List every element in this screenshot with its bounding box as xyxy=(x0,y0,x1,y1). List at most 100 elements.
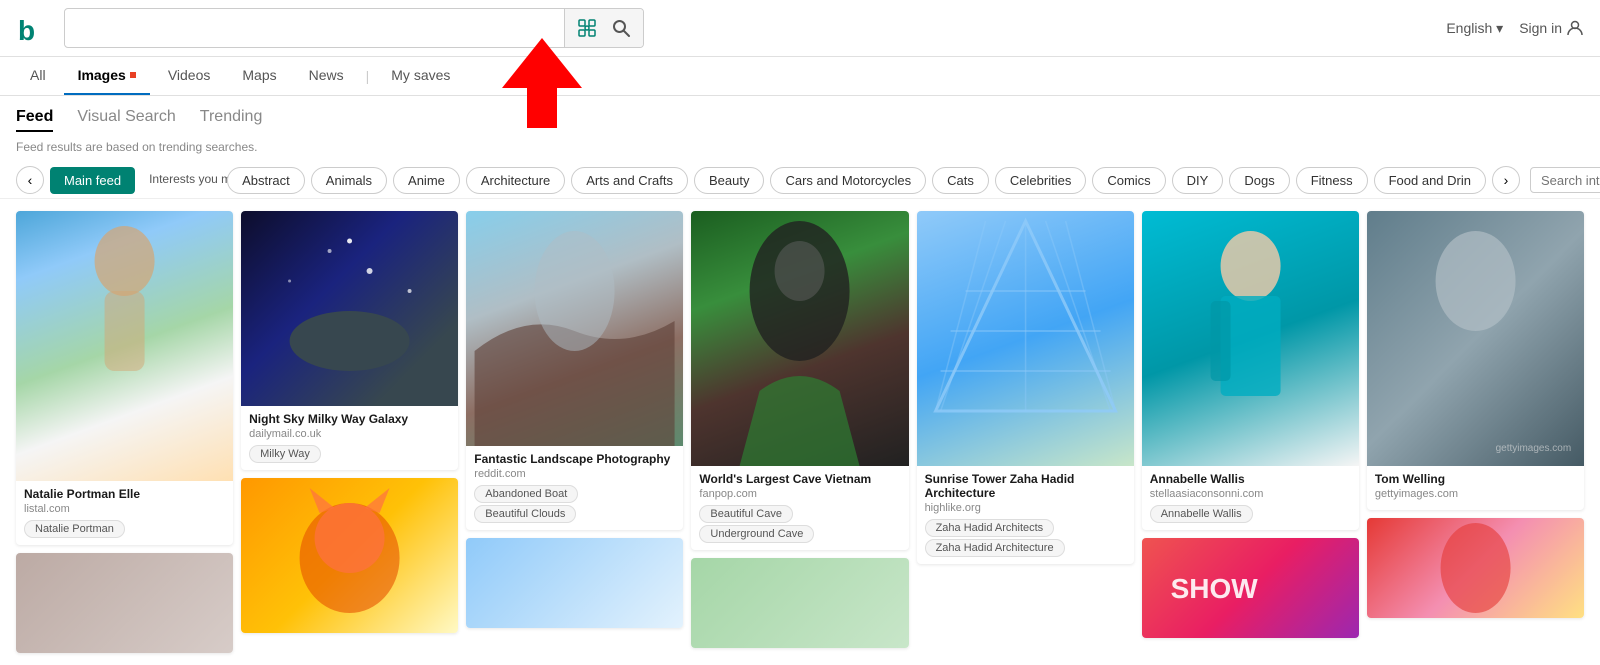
card-title-natalie: Natalie Portman Elle xyxy=(24,487,225,501)
image-card-info-building: Sunrise Tower Zaha Hadid Architecture hi… xyxy=(917,466,1134,564)
tag-fitness[interactable]: Fitness xyxy=(1296,167,1368,194)
card-tag-cave-1[interactable]: Beautiful Cave xyxy=(699,505,793,523)
image-col-5: Sunrise Tower Zaha Hadid Architecture hi… xyxy=(917,211,1134,653)
interest-prev-button[interactable]: ‹ xyxy=(16,166,44,194)
search-bar xyxy=(64,8,644,48)
card-source-landscape: reddit.com xyxy=(474,468,675,480)
image-col-4: World's Largest Cave Vietnam fanpop.com … xyxy=(691,211,908,653)
image-col-1: Natalie Portman Elle listal.com Natalie … xyxy=(16,211,233,653)
card-source-woman-teal: stellaasiaconsonni.com xyxy=(1150,488,1351,500)
card-tag-woman-teal-1[interactable]: Annabelle Wallis xyxy=(1150,505,1253,523)
tag-anime[interactable]: Anime xyxy=(393,167,460,194)
image-col-3: Fantastic Landscape Photography reddit.c… xyxy=(466,211,683,653)
header-right: English ▾ Sign in xyxy=(1446,19,1584,37)
image-grid: Natalie Portman Elle listal.com Natalie … xyxy=(0,199,1600,665)
tag-cars[interactable]: Cars and Motorcycles xyxy=(770,167,926,194)
card-tag-building-1[interactable]: Zaha Hadid Architects xyxy=(925,519,1055,537)
image-card-natalie[interactable]: Natalie Portman Elle listal.com Natalie … xyxy=(16,211,233,545)
card-tag-landscape-1[interactable]: Abandoned Boat xyxy=(474,485,578,503)
tag-celebrities[interactable]: Celebrities xyxy=(995,167,1086,194)
image-card-redhead[interactable] xyxy=(1367,518,1584,618)
main-feed-button[interactable]: Main feed xyxy=(50,167,135,194)
feed-tab-trending[interactable]: Trending xyxy=(200,108,263,132)
image-card-cat[interactable] xyxy=(241,478,458,633)
nav-tabs: All Images Videos Maps News | My saves xyxy=(0,57,1600,96)
card-tag-natalie-1[interactable]: Natalie Portman xyxy=(24,520,125,538)
tag-comics[interactable]: Comics xyxy=(1092,167,1165,194)
visual-search-icon[interactable] xyxy=(573,14,601,42)
image-landscape2 xyxy=(466,538,683,628)
search-input[interactable] xyxy=(65,11,564,45)
card-tag-cave-2[interactable]: Underground Cave xyxy=(699,525,814,543)
image-building xyxy=(917,211,1134,466)
image-card-building[interactable]: Sunrise Tower Zaha Hadid Architecture hi… xyxy=(917,211,1134,564)
card-tag-galaxy-1[interactable]: Milky Way xyxy=(249,445,321,463)
tab-images[interactable]: Images xyxy=(64,57,150,95)
tag-food[interactable]: Food and Drin xyxy=(1374,167,1486,194)
image-card-galaxy[interactable]: Night Sky Milky Way Galaxy dailymail.co.… xyxy=(241,211,458,470)
image-card-landscape[interactable]: Fantastic Landscape Photography reddit.c… xyxy=(466,211,683,530)
card-source-natalie: listal.com xyxy=(24,503,225,515)
image-col-6: Annabelle Wallis stellaasiaconsonni.com … xyxy=(1142,211,1359,653)
image-landscape xyxy=(466,211,683,446)
image-cave2 xyxy=(691,558,908,648)
tab-mysaves[interactable]: My saves xyxy=(377,57,464,95)
image-card-show[interactable]: SHOW xyxy=(1142,538,1359,638)
interest-search-box[interactable]: → xyxy=(1530,167,1600,193)
card-tag-building-2[interactable]: Zaha Hadid Architecture xyxy=(925,539,1065,557)
image-card-info-landscape: Fantastic Landscape Photography reddit.c… xyxy=(466,446,683,530)
image-woman-teal xyxy=(1142,211,1359,466)
image-card-info-man: Tom Welling gettyimages.com xyxy=(1367,466,1584,510)
card-source-man: gettyimages.com xyxy=(1375,488,1576,500)
tag-cats[interactable]: Cats xyxy=(932,167,989,194)
interest-search-input[interactable] xyxy=(1541,173,1600,188)
image-card-info-natalie: Natalie Portman Elle listal.com Natalie … xyxy=(16,481,233,545)
tab-all[interactable]: All xyxy=(16,57,60,95)
header: b xyxy=(0,0,1600,57)
image-card-cave2[interactable] xyxy=(691,558,908,648)
image-show: SHOW xyxy=(1142,538,1359,638)
image-card-man[interactable]: gettyimages.com Tom Welling gettyimages.… xyxy=(1367,211,1584,510)
image-redhead xyxy=(1367,518,1584,618)
tag-diy[interactable]: DIY xyxy=(1172,167,1224,194)
tag-abstract[interactable]: Abstract xyxy=(227,167,305,194)
card-title-landscape: Fantastic Landscape Photography xyxy=(474,452,675,466)
image-col-7: gettyimages.com Tom Welling gettyimages.… xyxy=(1367,211,1584,653)
tab-maps[interactable]: Maps xyxy=(228,57,290,95)
feed-tabs: Feed Visual Search Trending xyxy=(0,96,1600,136)
image-card-info-woman-teal: Annabelle Wallis stellaasiaconsonni.com … xyxy=(1142,466,1359,530)
tab-videos[interactable]: Videos xyxy=(154,57,225,95)
card-title-galaxy: Night Sky Milky Way Galaxy xyxy=(249,412,450,426)
image-card-info-cave: World's Largest Cave Vietnam fanpop.com … xyxy=(691,466,908,550)
feed-tab-feed[interactable]: Feed xyxy=(16,108,53,132)
tag-arts-crafts[interactable]: Arts and Crafts xyxy=(571,167,688,194)
card-title-woman-teal: Annabelle Wallis xyxy=(1150,472,1351,486)
image-card-woman-teal[interactable]: Annabelle Wallis stellaasiaconsonni.com … xyxy=(1142,211,1359,530)
interest-bar: ‹ Main feed Interests you might like Abs… xyxy=(0,162,1600,199)
interest-next-button[interactable]: › xyxy=(1492,166,1520,194)
feed-subtitle: Feed results are based on trending searc… xyxy=(0,136,1600,162)
tag-animals[interactable]: Animals xyxy=(311,167,387,194)
card-source-building: highlike.org xyxy=(925,502,1126,514)
card-title-man: Tom Welling xyxy=(1375,472,1576,486)
feed-tab-visual[interactable]: Visual Search xyxy=(77,108,175,132)
card-title-building: Sunrise Tower Zaha Hadid Architecture xyxy=(925,472,1126,500)
search-icon[interactable] xyxy=(607,14,635,42)
language-button[interactable]: English ▾ xyxy=(1446,20,1503,37)
images-indicator-dot xyxy=(130,72,136,78)
image-card-landscape2[interactable] xyxy=(466,538,683,628)
card-tag-landscape-2[interactable]: Beautiful Clouds xyxy=(474,505,576,523)
image-col-2: Night Sky Milky Way Galaxy dailymail.co.… xyxy=(241,211,458,653)
image-card-room[interactable] xyxy=(16,553,233,653)
card-source-cave: fanpop.com xyxy=(699,488,900,500)
tab-news[interactable]: News xyxy=(295,57,358,95)
tag-beauty[interactable]: Beauty xyxy=(694,167,764,194)
image-cave xyxy=(691,211,908,466)
image-card-cave[interactable]: World's Largest Cave Vietnam fanpop.com … xyxy=(691,211,908,550)
interests-might-button[interactable]: Interests you might like xyxy=(141,168,221,192)
svg-text:b: b xyxy=(18,15,35,46)
tag-dogs[interactable]: Dogs xyxy=(1229,167,1289,194)
user-icon xyxy=(1566,19,1584,37)
tag-architecture[interactable]: Architecture xyxy=(466,167,565,194)
sign-in-button[interactable]: Sign in xyxy=(1519,19,1584,37)
